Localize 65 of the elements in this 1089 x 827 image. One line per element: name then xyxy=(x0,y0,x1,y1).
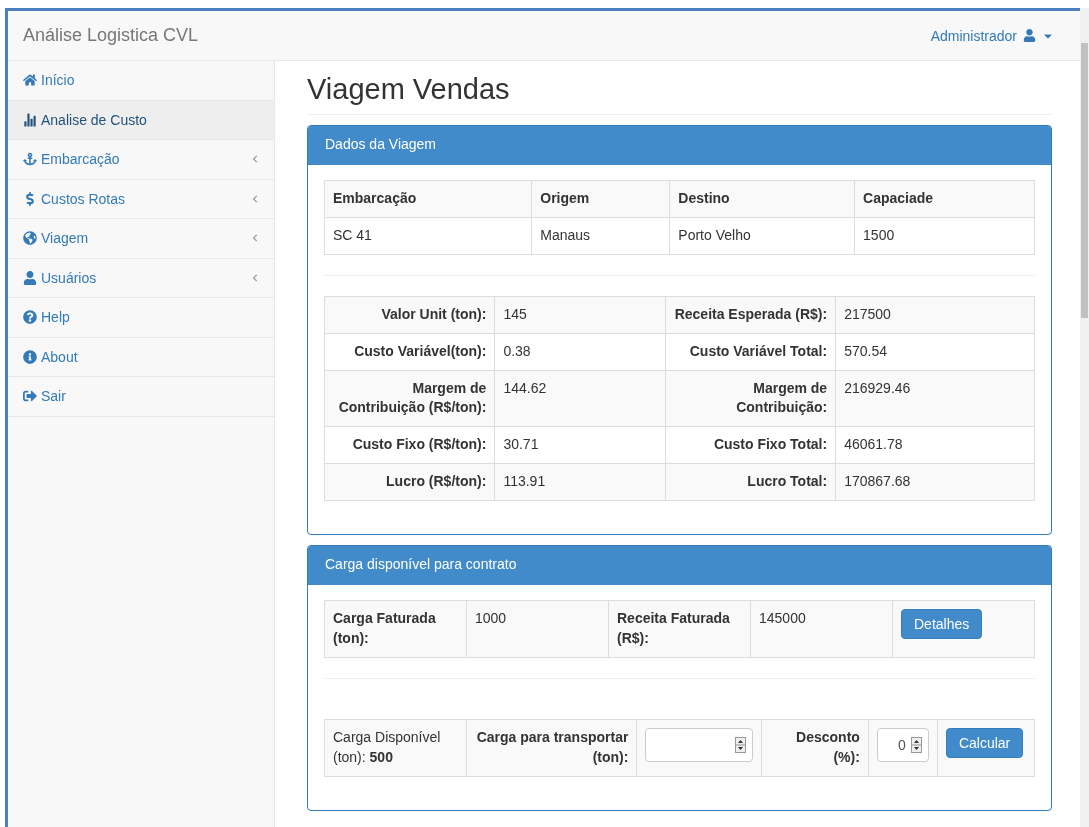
sidebar-item[interactable]: Sair xyxy=(8,377,274,417)
spinner-icon[interactable] xyxy=(910,736,922,753)
field-value: 145000 xyxy=(750,600,893,658)
column-header: Capaciade xyxy=(854,180,1035,218)
field-value: 30.71 xyxy=(494,426,666,464)
field-label: Margem de Contribuição (R$/ton): xyxy=(324,370,495,427)
app-brand[interactable]: Análise Logistica CVL xyxy=(23,25,199,46)
field-value: 0.38 xyxy=(494,333,666,370)
sidebar-item[interactable]: Usuários xyxy=(8,258,274,298)
sidebar-item[interactable]: Custos Rotas xyxy=(8,179,274,219)
field-label: Desconto (%): xyxy=(761,719,869,776)
info-icon xyxy=(23,349,37,364)
column-header: Embarcação xyxy=(324,180,532,218)
available-cargo-text: Carga Disponível (ton): 500 xyxy=(324,719,467,776)
field-label: Carga para transportar (ton): xyxy=(466,719,637,776)
field-label: Receita Esperada (R$): xyxy=(665,296,836,334)
panel-title: Carga disponível para contrato xyxy=(308,546,1051,585)
table-cell: SC 41 xyxy=(324,217,532,255)
panel-title: Dados da Viagem xyxy=(308,126,1051,165)
calculate-button[interactable]: Calcular xyxy=(945,727,1024,758)
input-field[interactable]: 0 xyxy=(876,727,929,762)
field-label: Custo Variável Total: xyxy=(665,333,836,370)
sidebar-item[interactable]: About xyxy=(8,337,274,377)
field-value: 570.54 xyxy=(835,333,1035,370)
field-label: Lucro (R$/ton): xyxy=(324,463,495,501)
field-value: 1000 xyxy=(466,600,609,658)
field-label: Custo Fixo (R$/ton): xyxy=(324,426,495,464)
spinner-icon[interactable] xyxy=(735,736,747,753)
field-label: Receita Faturada (R$): xyxy=(608,600,751,658)
field-value: 113.91 xyxy=(494,463,666,501)
bar-chart-icon xyxy=(23,112,37,127)
column-header: Destino xyxy=(669,180,855,218)
column-header: Origem xyxy=(531,180,670,218)
user-icon xyxy=(1023,29,1036,42)
user-menu[interactable]: Administrador xyxy=(930,27,1054,44)
field-label: Margem de Contribuição: xyxy=(665,370,836,427)
sidebar-item[interactable]: Embarcação xyxy=(8,140,274,180)
field-label: Custo Fixo Total: xyxy=(665,426,836,464)
field-label: Carga Faturada (ton): xyxy=(324,600,467,658)
sidebar-item[interactable]: Início xyxy=(8,61,274,101)
field-value: 170867.68 xyxy=(835,463,1035,501)
field-label: Lucro Total: xyxy=(665,463,836,501)
anchor-icon xyxy=(23,152,37,167)
field-label: Valor Unit (ton): xyxy=(324,296,495,334)
input-field[interactable] xyxy=(645,727,754,762)
field-value: 145 xyxy=(494,296,666,334)
user-icon xyxy=(23,270,37,285)
field-value: 216929.46 xyxy=(835,370,1035,427)
table-cell: Manaus xyxy=(531,217,670,255)
page-title: Viagem Vendas xyxy=(307,73,1052,115)
sidebar-item[interactable]: Viagem xyxy=(8,219,274,259)
field-label: Custo Variável(ton): xyxy=(324,333,495,370)
globe-icon xyxy=(23,231,37,246)
table-cell: 1500 xyxy=(854,217,1035,255)
dollar-icon xyxy=(23,191,37,206)
help-icon xyxy=(23,310,37,325)
field-value: 144.62 xyxy=(494,370,666,427)
home-icon xyxy=(23,73,37,88)
sidebar-item[interactable]: Help xyxy=(8,298,274,338)
field-value: 217500 xyxy=(835,296,1035,334)
sidebar-item[interactable]: Analise de Custo xyxy=(8,100,274,140)
sign-out-icon xyxy=(23,389,37,404)
details-button[interactable]: Detalhes xyxy=(901,609,983,639)
field-value: 46061.78 xyxy=(835,426,1035,464)
table-cell: Porto Velho xyxy=(669,217,855,255)
